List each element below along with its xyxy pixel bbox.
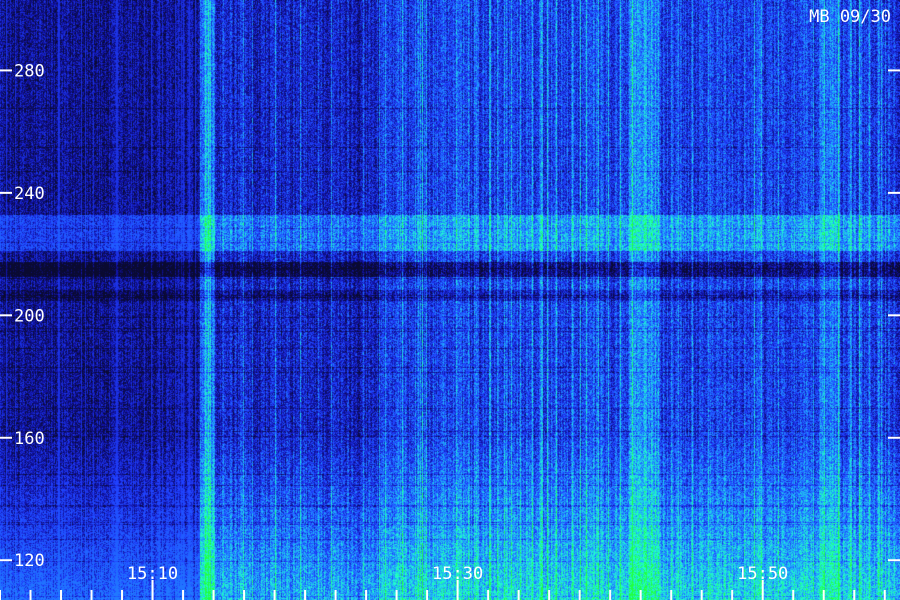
y-tick-label-120: 120 — [14, 551, 45, 571]
x-tick-label-1530: 15:30 — [432, 564, 483, 584]
chart-title: MB 09/30 — [809, 7, 891, 27]
x-tick-label-1550: 15:50 — [737, 564, 788, 584]
y-tick-label-240: 240 — [14, 184, 45, 204]
y-tick-label-280: 280 — [14, 61, 45, 81]
x-axis: 15:10 15:30 15:50 — [0, 564, 886, 600]
y-axis: 120 160 200 240 280 — [0, 61, 900, 571]
x-tick-label-1510: 15:10 — [127, 564, 178, 584]
spectrogram-axes: 120 160 200 240 280 15:10 15:30 15:50 MB 09/30 — [0, 7, 900, 600]
y-tick-label-200: 200 — [14, 306, 45, 326]
y-tick-label-160: 160 — [14, 429, 45, 449]
